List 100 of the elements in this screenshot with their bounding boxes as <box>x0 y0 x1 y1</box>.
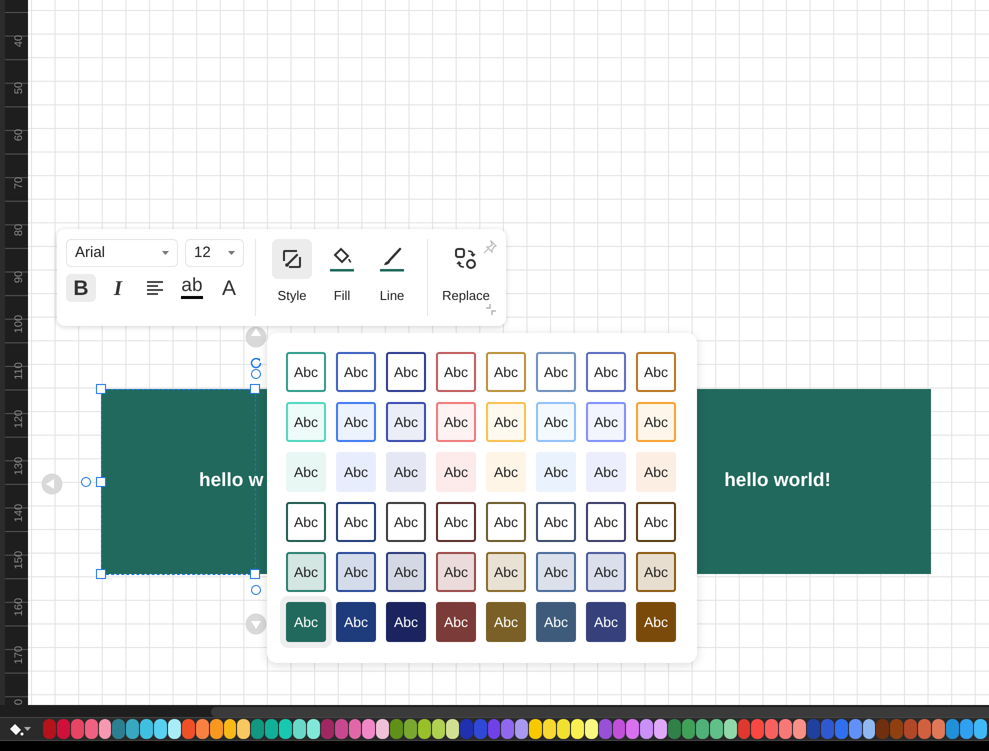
color-swatch[interactable] <box>598 719 612 739</box>
style-button[interactable]: Style <box>267 239 317 306</box>
color-swatch[interactable] <box>654 719 668 739</box>
color-swatch[interactable] <box>196 719 209 739</box>
line-button[interactable]: Line <box>367 239 417 306</box>
scrollbar-thumb[interactable] <box>211 707 989 717</box>
style-swatch[interactable]: Abc <box>536 352 576 392</box>
color-swatch[interactable] <box>738 719 750 739</box>
bold-button[interactable]: B <box>66 274 96 302</box>
italic-button[interactable]: I <box>103 274 133 302</box>
color-swatch[interactable] <box>710 719 723 739</box>
style-swatch[interactable]: Abc <box>486 452 526 492</box>
style-swatch[interactable]: Abc <box>486 352 526 392</box>
underline-button[interactable]: ab <box>177 274 207 302</box>
font-dropdown[interactable]: Arial <box>66 239 178 267</box>
style-swatch[interactable]: Abc <box>536 452 576 492</box>
color-swatch[interactable] <box>488 719 500 739</box>
style-swatch[interactable]: Abc <box>636 402 676 442</box>
color-swatch[interactable] <box>182 719 195 739</box>
style-swatch[interactable]: Abc <box>436 602 476 642</box>
style-swatch[interactable]: Abc <box>586 452 626 492</box>
connection-point[interactable] <box>81 477 91 487</box>
color-swatch[interactable] <box>974 719 987 739</box>
rotate-icon[interactable] <box>249 356 263 370</box>
style-swatch[interactable]: Abc <box>436 452 476 492</box>
size-dropdown[interactable]: 12 <box>185 239 244 267</box>
color-swatch[interactable] <box>876 719 890 739</box>
color-swatch[interactable] <box>362 719 376 739</box>
color-swatch[interactable] <box>168 719 181 739</box>
replace-button[interactable]: Replace <box>438 239 494 306</box>
color-swatch[interactable] <box>793 719 806 739</box>
style-swatch[interactable]: Abc <box>636 452 676 492</box>
style-swatch[interactable]: Abc <box>336 502 376 542</box>
style-swatch[interactable]: Abc <box>386 552 426 592</box>
style-swatch[interactable]: Abc <box>436 552 476 592</box>
style-swatch[interactable]: Abc <box>436 402 476 442</box>
color-swatch[interactable] <box>848 719 862 739</box>
color-swatch[interactable] <box>682 719 695 739</box>
color-swatch[interactable] <box>306 719 320 739</box>
color-swatch[interactable] <box>918 719 931 739</box>
color-swatch[interactable] <box>293 719 306 739</box>
style-swatch[interactable]: Abc <box>536 502 576 542</box>
style-swatch[interactable]: Abc <box>536 602 576 642</box>
color-swatch[interactable] <box>279 719 292 739</box>
font-color-button[interactable]: A <box>214 274 244 302</box>
connection-point[interactable] <box>251 585 261 595</box>
color-swatch[interactable] <box>696 719 709 739</box>
style-swatch[interactable]: Abc <box>636 352 676 392</box>
style-swatch[interactable]: Abc <box>336 352 376 392</box>
style-swatch[interactable]: Abc <box>336 452 376 492</box>
color-swatch[interactable] <box>210 719 223 739</box>
color-swatch[interactable] <box>862 719 876 739</box>
color-swatch[interactable] <box>404 719 418 739</box>
paint-bucket-icon[interactable] <box>8 721 24 737</box>
color-swatch[interactable] <box>834 719 848 739</box>
style-swatch[interactable]: Abc <box>636 602 676 642</box>
style-swatch[interactable]: Abc <box>436 352 476 392</box>
color-swatch[interactable] <box>751 719 764 739</box>
resize-handle[interactable] <box>96 569 106 579</box>
color-swatch[interactable] <box>43 719 56 739</box>
color-swatch[interactable] <box>584 719 598 739</box>
color-swatch[interactable] <box>779 719 792 739</box>
color-swatch[interactable] <box>529 719 542 739</box>
color-swatch[interactable] <box>126 719 140 739</box>
style-swatch[interactable]: Abc <box>536 402 576 442</box>
color-swatch[interactable] <box>334 719 348 739</box>
color-swatch[interactable] <box>154 719 168 739</box>
color-swatch[interactable] <box>626 719 640 739</box>
style-swatch[interactable]: Abc <box>636 552 676 592</box>
color-swatch[interactable] <box>820 719 834 739</box>
style-swatch[interactable]: Abc <box>286 402 326 442</box>
style-swatch[interactable]: Abc <box>286 352 326 392</box>
style-swatch[interactable]: Abc <box>386 452 426 492</box>
style-swatch[interactable]: Abc <box>486 402 526 442</box>
style-swatch[interactable]: Abc <box>286 502 326 542</box>
resize-handle[interactable] <box>96 384 106 394</box>
rectangle-shape[interactable]: hello w <box>101 389 267 574</box>
color-swatch[interactable] <box>890 719 904 739</box>
color-swatch[interactable] <box>668 719 681 739</box>
style-swatch[interactable]: Abc <box>586 602 626 642</box>
color-swatch[interactable] <box>556 719 570 739</box>
color-swatch[interactable] <box>348 719 362 739</box>
resize-handle[interactable] <box>250 569 260 579</box>
color-swatch[interactable] <box>932 719 945 739</box>
color-swatch[interactable] <box>724 719 737 739</box>
color-swatch[interactable] <box>376 719 390 739</box>
style-swatch[interactable]: Abc <box>636 502 676 542</box>
style-swatch[interactable]: Abc <box>286 552 326 592</box>
color-swatch[interactable] <box>56 719 70 739</box>
color-swatch[interactable] <box>904 719 918 739</box>
style-swatch[interactable]: Abc <box>336 402 376 442</box>
style-swatch[interactable]: Abc <box>286 452 326 492</box>
color-swatch[interactable] <box>251 719 264 739</box>
style-swatch[interactable]: Abc <box>386 402 426 442</box>
color-swatch[interactable] <box>806 719 820 739</box>
style-swatch[interactable]: Abc <box>536 552 576 592</box>
style-swatch[interactable]: Abc <box>486 602 526 642</box>
fill-button[interactable]: Fill <box>317 239 367 306</box>
color-swatch[interactable] <box>140 719 154 739</box>
color-swatch[interactable] <box>570 719 584 739</box>
